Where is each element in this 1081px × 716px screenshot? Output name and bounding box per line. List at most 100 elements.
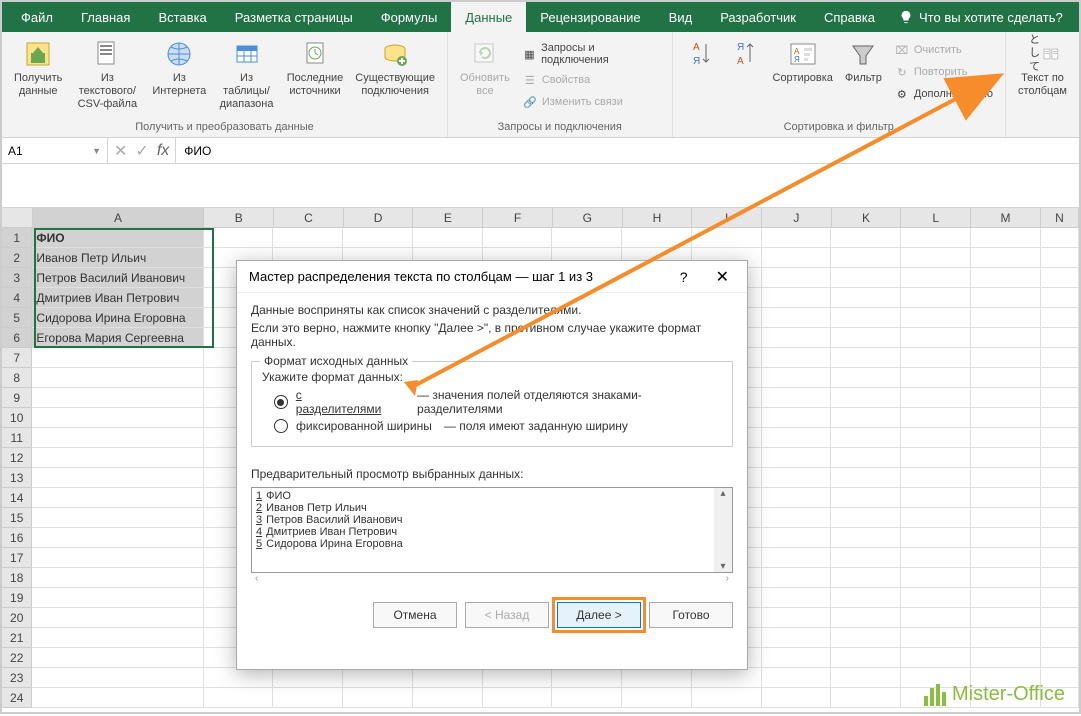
cell[interactable] — [971, 348, 1041, 368]
edit-links-button[interactable]: 🔗Изменить связи — [518, 92, 664, 112]
row-header[interactable]: 18 — [2, 568, 32, 588]
cell[interactable] — [692, 688, 762, 708]
col-header-B[interactable]: B — [204, 208, 274, 227]
cell[interactable] — [831, 588, 901, 608]
cell[interactable] — [901, 248, 971, 268]
cell[interactable] — [32, 528, 203, 548]
preview-scrollbar[interactable]: ▴▾ — [714, 488, 732, 572]
recent-sources-button[interactable]: Последниеисточники — [283, 36, 348, 100]
cell[interactable] — [831, 308, 901, 328]
cell[interactable] — [413, 668, 483, 688]
tab-главная[interactable]: Главная — [67, 2, 144, 32]
cell[interactable] — [901, 588, 971, 608]
cell[interactable] — [1041, 308, 1079, 328]
col-header-E[interactable]: E — [413, 208, 483, 227]
cell[interactable] — [1041, 608, 1079, 628]
col-header-A[interactable]: A — [33, 208, 205, 227]
cell[interactable] — [32, 428, 203, 448]
cell[interactable] — [971, 588, 1041, 608]
tab-файл[interactable]: Файл — [7, 2, 67, 32]
cell[interactable] — [762, 668, 832, 688]
cell[interactable] — [971, 628, 1041, 648]
row-header[interactable]: 5 — [2, 308, 32, 328]
cell[interactable] — [1041, 528, 1079, 548]
row-header[interactable]: 11 — [2, 428, 32, 448]
cell[interactable] — [483, 688, 553, 708]
finish-button[interactable]: Готово — [649, 602, 733, 628]
cell[interactable] — [762, 588, 832, 608]
cell[interactable] — [831, 228, 901, 248]
sort-za-button[interactable]: ЯА — [725, 36, 765, 74]
cell[interactable] — [1041, 268, 1079, 288]
cell[interactable] — [1041, 448, 1079, 468]
cell[interactable] — [831, 608, 901, 628]
clear-filter-button[interactable]: ⌧Очистить — [890, 40, 997, 60]
properties-button[interactable]: ☰Свойства — [518, 70, 664, 90]
get-data-button[interactable]: Получитьданные — [10, 36, 66, 100]
cell[interactable] — [1041, 408, 1079, 428]
row-header[interactable]: 9 — [2, 388, 32, 408]
cell[interactable] — [762, 648, 832, 668]
cell[interactable]: Егорова Мария Сергеевна — [32, 328, 203, 348]
cell[interactable] — [32, 388, 203, 408]
cell[interactable] — [1041, 388, 1079, 408]
sort-az-button[interactable]: АЯ — [681, 36, 721, 74]
cell[interactable] — [32, 508, 203, 528]
row-header[interactable]: 14 — [2, 488, 32, 508]
cell[interactable] — [273, 688, 343, 708]
cell[interactable] — [762, 468, 832, 488]
from-web-button[interactable]: ИзИнтернета — [148, 36, 210, 100]
cell[interactable] — [901, 568, 971, 588]
cell[interactable] — [343, 688, 413, 708]
cell[interactable] — [32, 588, 203, 608]
cell[interactable] — [762, 368, 832, 388]
text-to-columns-button[interactable]: として Текст постолбцам — [1014, 36, 1071, 100]
radio-fixed-width[interactable] — [274, 419, 288, 433]
cell[interactable] — [762, 608, 832, 628]
cell[interactable] — [901, 428, 971, 448]
row-header[interactable]: 12 — [2, 448, 32, 468]
cell[interactable] — [692, 228, 762, 248]
cell[interactable] — [971, 248, 1041, 268]
cell[interactable] — [1041, 288, 1079, 308]
cell[interactable] — [483, 668, 553, 688]
cell[interactable] — [1041, 488, 1079, 508]
cancel-button[interactable]: Отмена — [373, 602, 457, 628]
cell[interactable] — [762, 628, 832, 648]
row-header[interactable]: 15 — [2, 508, 32, 528]
cell[interactable] — [762, 248, 832, 268]
cell[interactable] — [901, 348, 971, 368]
row-header[interactable]: 3 — [2, 268, 32, 288]
cell[interactable] — [32, 448, 203, 468]
cell[interactable] — [831, 268, 901, 288]
fx-icon[interactable]: fx — [157, 142, 169, 160]
from-table-button[interactable]: Из таблицы/диапазона — [214, 36, 278, 114]
cell[interactable] — [204, 668, 274, 688]
cell[interactable] — [762, 548, 832, 568]
row-header[interactable]: 6 — [2, 328, 32, 348]
row-header[interactable]: 21 — [2, 628, 32, 648]
cell[interactable] — [1041, 328, 1079, 348]
cell[interactable] — [32, 488, 203, 508]
cell[interactable] — [552, 688, 622, 708]
cell[interactable] — [831, 428, 901, 448]
col-header-M[interactable]: M — [971, 208, 1041, 227]
cell[interactable] — [831, 388, 901, 408]
cell[interactable] — [343, 228, 413, 248]
cell[interactable] — [901, 528, 971, 548]
cell[interactable] — [622, 228, 692, 248]
cell[interactable] — [32, 568, 203, 588]
cell[interactable] — [901, 288, 971, 308]
cell[interactable] — [32, 368, 203, 388]
col-header-J[interactable]: J — [762, 208, 832, 227]
cell[interactable] — [32, 408, 203, 428]
cell[interactable] — [971, 308, 1041, 328]
cell[interactable]: Дмитриев Иван Петрович — [32, 288, 203, 308]
cell[interactable] — [831, 348, 901, 368]
formula-input[interactable]: ФИО — [176, 138, 1079, 163]
cell[interactable] — [831, 628, 901, 648]
cell[interactable] — [1041, 548, 1079, 568]
col-header-F[interactable]: F — [483, 208, 553, 227]
cell[interactable] — [971, 328, 1041, 348]
radio-delimited[interactable] — [274, 395, 288, 409]
